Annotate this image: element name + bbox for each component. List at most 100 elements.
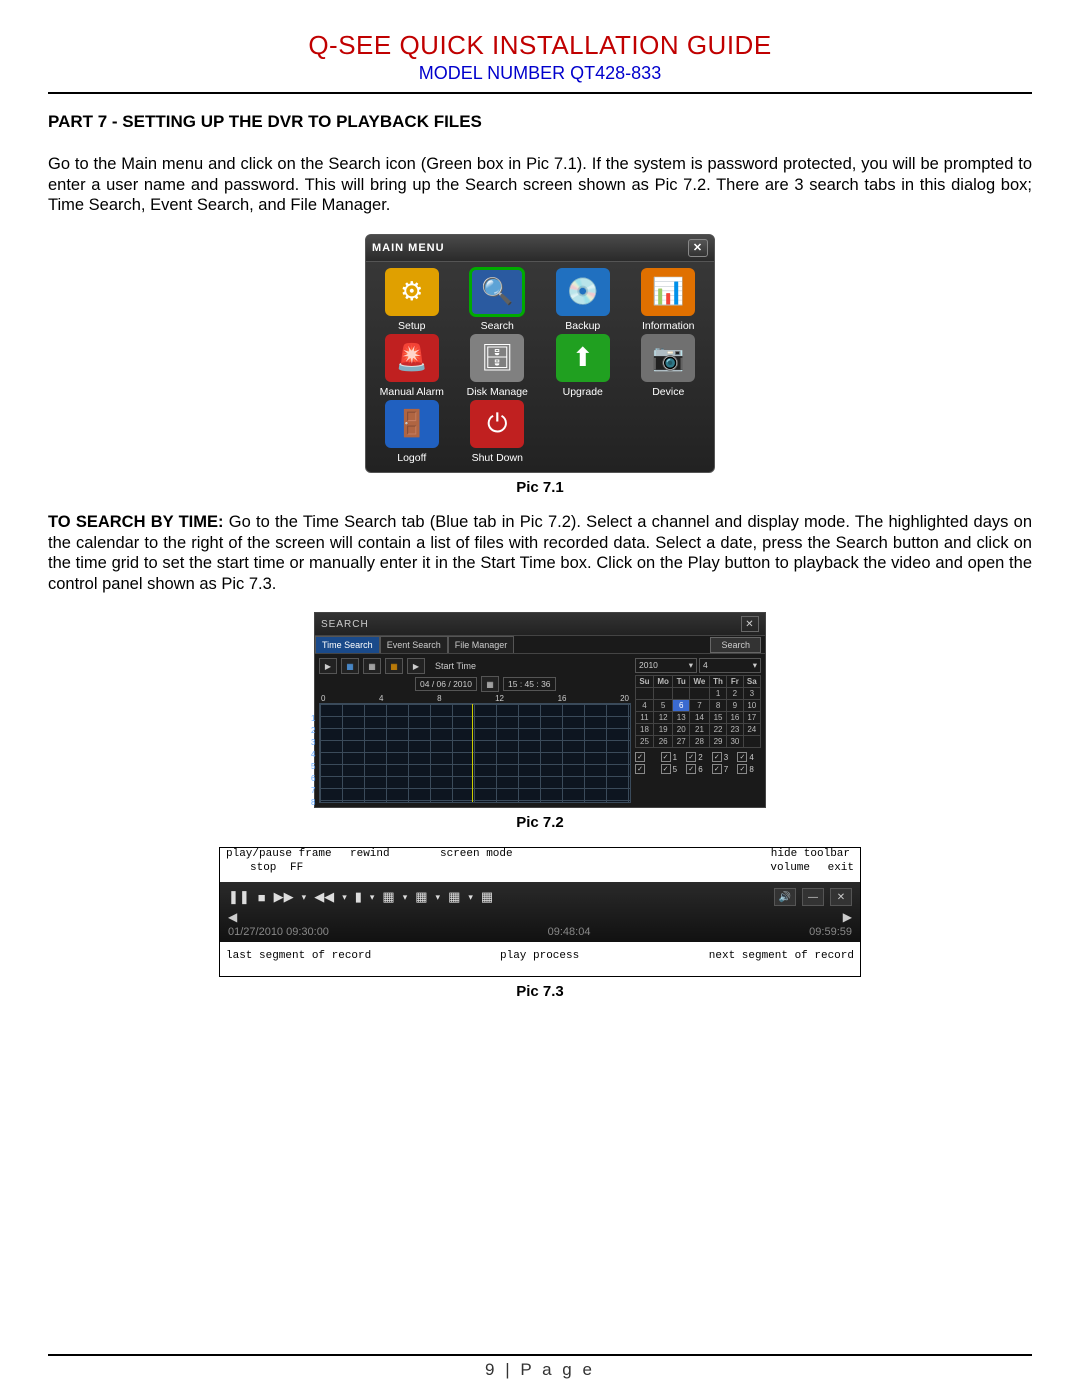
figure-search: SEARCH ✕ Time Search Event Search File M… [314,612,766,808]
caption-7-3: Pic 7.3 [48,983,1032,1000]
playback-control-bar: ❚❚ ■ ▶▶ ▾ ◀◀ ▾ ▮ ▾ ▦ ▾ ▦ ▾ ▦ ▾ ▦ 🔊 — ✕ [220,882,860,942]
tab-file-manager[interactable]: File Manager [448,636,515,653]
menu-item-backup[interactable]: 💿 Backup [541,268,625,332]
year-select[interactable]: 2010▾ [635,658,697,673]
calendar[interactable]: SuMoTuWeThFrSa 1234567891011121314151617… [635,675,761,748]
setup-icon: ⚙ [385,268,439,316]
page-number: 9 | P a g e [48,1360,1032,1380]
search-button[interactable]: Search [710,637,761,653]
caption-7-1: Pic 7.1 [48,479,1032,496]
rewind-menu-icon[interactable]: ▾ [342,892,347,903]
section-heading: PART 7 - SETTING UP THE DVR TO PLAYBACK … [48,112,1032,132]
search-titlebar: SEARCH ✕ [315,613,765,636]
timeline-hours: 048121620 [319,694,631,703]
menu-item-shut-down[interactable]: ⏻ Shut Down [456,400,540,464]
channel-3[interactable]: ✓3 [712,752,736,762]
menu-item-upgrade[interactable]: ⬆ Upgrade [541,334,625,398]
close-icon[interactable]: ✕ [688,239,708,257]
search-tabbar: Time Search Event Search File Manager Se… [315,636,765,654]
timeline-grid[interactable] [319,703,631,803]
channel-5[interactable]: ✓5 [661,764,685,774]
menu-item-disk-manage[interactable]: 🗄Disk Manage [456,334,540,398]
volume-icon[interactable]: 🔊 [774,888,796,906]
frame-icon[interactable]: ▮ [355,889,362,905]
control-annotations-bottom: last segment of record play process next… [220,942,860,976]
layout1-icon[interactable]: ▦ [341,658,359,674]
playback-start-time: 01/27/2010 09:30:00 [228,926,329,938]
menu-item-label: Upgrade [541,386,625,398]
channel-select-all[interactable]: ✓ [635,752,659,762]
menu-item-label: Manual Alarm [370,386,454,398]
search-title: SEARCH [321,619,369,630]
header-rule [48,92,1032,94]
next-segment-icon[interactable]: ▶ [843,910,852,924]
menu-item-search[interactable]: 🔍 Search [456,268,540,332]
ff-menu-icon[interactable]: ▾ [302,892,307,903]
menu-item-label: Backup [541,320,625,332]
menu-item-label: Setup [370,320,454,332]
footer-rule [48,1354,1032,1356]
information-icon: 📊 [641,268,695,316]
device-icon: 📷 [641,334,695,382]
logoff-icon: 🚪 [385,400,439,448]
channel-8[interactable]: ✓8 [737,764,761,774]
caption-7-2: Pic 7.2 [48,814,1032,831]
menu-item-setup[interactable]: ⚙ Setup [370,268,454,332]
menu-item-manual-alarm[interactable]: 🚨 Manual Alarm [370,334,454,398]
prev-segment-icon[interactable]: ◀ [228,910,237,924]
next-icon[interactable]: ▶ [407,658,425,674]
menu-item-logoff[interactable]: 🚪Logoff [370,400,454,464]
stop-icon[interactable]: ■ [258,890,266,905]
start-date-field[interactable]: 04 / 06 / 2010 [415,677,477,691]
month-select[interactable]: 4▾ [699,658,761,673]
upgrade-icon: ⬆ [556,334,610,382]
main-title: Q-SEE QUICK INSTALLATION GUIDE [48,30,1032,61]
control-annotations-top: play/pause frame stop FF rewind screen m… [220,848,860,882]
screenmode3-icon[interactable]: ▦ [448,889,460,905]
channel-checkboxes[interactable]: ✓✓1✓2✓3✓4 ✓✓5✓6✓7✓8 [635,752,761,774]
document-header: Q-SEE QUICK INSTALLATION GUIDE MODEL NUM… [48,30,1032,84]
ff-icon[interactable]: ▶▶ [274,889,294,905]
channel-select-all[interactable]: ✓ [635,764,659,774]
backup-icon: 💿 [556,268,610,316]
playback-end-time: 09:59:59 [809,926,852,938]
menu-item-label: Search [456,320,540,332]
screenmode2-icon[interactable]: ▦ [415,889,427,905]
manual-alarm-icon: 🚨 [385,334,439,382]
tab-event-search[interactable]: Event Search [380,636,448,653]
paragraph-lead: TO SEARCH BY TIME: [48,513,224,531]
menu-item-label: Shut Down [456,452,540,464]
channel-2[interactable]: ✓2 [686,752,710,762]
paragraph-time-search: TO SEARCH BY TIME: Go to the Time Search… [48,512,1032,595]
channel-6[interactable]: ✓6 [686,764,710,774]
screenmode1-icon[interactable]: ▦ [382,889,394,905]
channel-4[interactable]: ✓4 [737,752,761,762]
start-time-field[interactable]: 15 : 45 : 36 [503,677,556,691]
paragraph-intro: Go to the Main menu and click on the Sea… [48,154,1032,216]
layout2-icon[interactable]: ▦ [363,658,381,674]
layout3-icon[interactable]: ▦ [385,658,403,674]
pause-icon[interactable]: ❚❚ [228,889,250,905]
rewind-icon[interactable]: ◀◀ [314,889,334,905]
screenmode4-icon[interactable]: ▦ [481,889,493,905]
start-time-label: Start Time [435,661,476,671]
shut-down-icon: ⏻ [470,400,524,448]
frame-menu-icon[interactable]: ▾ [370,892,375,903]
search-icon: 🔍 [470,268,524,316]
playback-current-time: 09:48:04 [548,926,591,938]
main-menu-titlebar: MAIN MENU ✕ [366,235,714,262]
play-icon[interactable]: ▶ [319,658,337,674]
main-menu-title: MAIN MENU [372,242,445,254]
exit-icon[interactable]: ✕ [830,888,852,906]
close-icon[interactable]: ✕ [741,616,759,632]
model-number: MODEL NUMBER QT428-833 [48,63,1032,84]
disk-manage-icon: 🗄 [470,334,524,382]
channel-1[interactable]: ✓1 [661,752,685,762]
menu-item-information[interactable]: 📊 Information [627,268,711,332]
hide-toolbar-icon[interactable]: — [802,888,824,906]
calendar-icon[interactable]: ▦ [481,676,499,692]
tab-time-search[interactable]: Time Search [315,636,380,653]
channel-7[interactable]: ✓7 [712,764,736,774]
menu-item-label: Information [627,320,711,332]
menu-item-device[interactable]: 📷Device [627,334,711,398]
